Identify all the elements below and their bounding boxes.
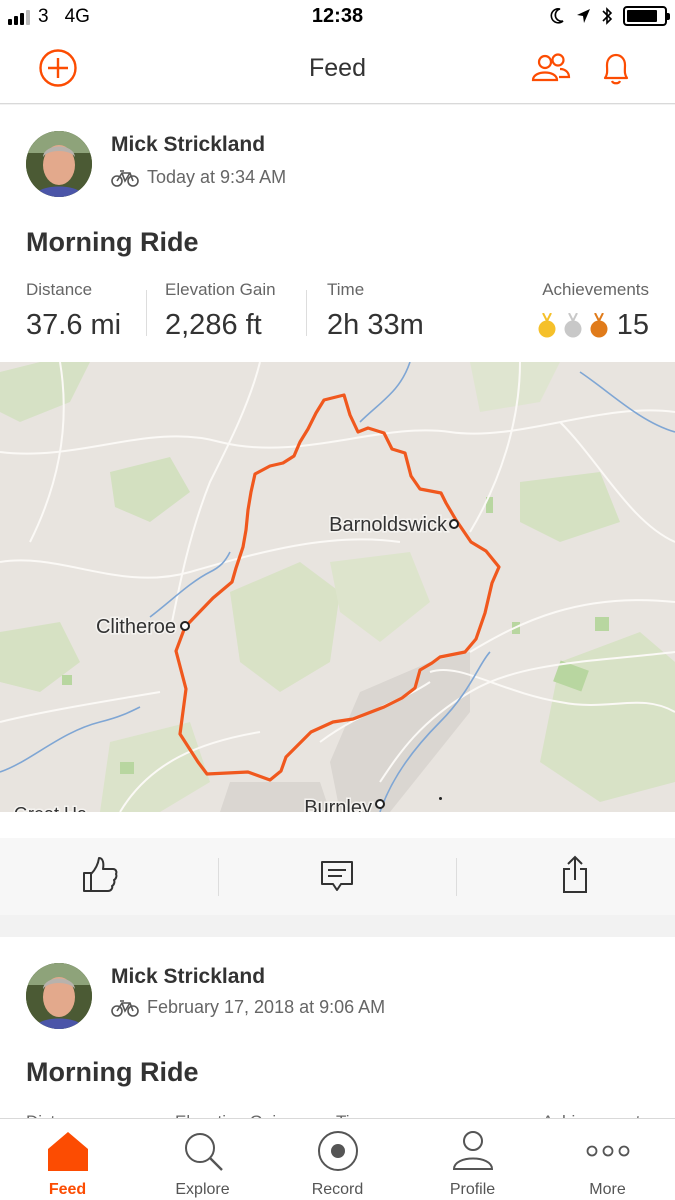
stat-label: Elevation Gain: [165, 280, 276, 299]
activity-title[interactable]: Morning Ride: [26, 1057, 198, 1088]
page-title: Feed: [309, 54, 366, 82]
action-divider: [456, 858, 457, 896]
action-divider: [218, 858, 219, 896]
avatar[interactable]: [26, 131, 92, 197]
home-icon: [47, 1132, 88, 1171]
stat-elevation: Elevation Gain 2,286 ft: [165, 280, 276, 342]
activity-timestamp: Today at 9:34 AM: [147, 167, 287, 187]
thumbs-up-icon[interactable]: [82, 856, 118, 894]
status-right: [549, 6, 670, 26]
bike-icon: [111, 999, 139, 1017]
stat-value: 2,286 ft: [165, 309, 262, 341]
tab-label: Feed: [48, 1181, 87, 1198]
stat-label: Time: [327, 280, 365, 299]
activity-card[interactable]: Mick Strickland February 17, 2018 at 9:0…: [0, 937, 675, 1137]
tab-explore[interactable]: Explore: [135, 1119, 270, 1200]
activity-stats: Distance 37.6 mi Elevation Gain 2,286 ft…: [0, 280, 675, 350]
tab-label: Explore: [175, 1181, 230, 1198]
tab-record[interactable]: Record: [270, 1119, 405, 1200]
activity-title[interactable]: Morning Ride: [26, 227, 198, 258]
stat-divider: [306, 290, 307, 336]
map-town-label: Barnoldswick: [329, 514, 448, 536]
search-icon: [184, 1133, 223, 1171]
notifications-bell-icon[interactable]: [599, 50, 633, 88]
stat-label: Achievements: [542, 280, 649, 299]
activity-meta: February 17, 2018 at 9:06 AM: [111, 997, 385, 1018]
activity-timestamp: February 17, 2018 at 9:06 AM: [147, 997, 386, 1017]
activity-actions: [0, 838, 675, 915]
map-canvas: Barnoldswick Clitheroe Burnley Great Ha: [0, 362, 675, 812]
comment-icon[interactable]: [320, 860, 354, 894]
person-icon: [452, 1131, 493, 1170]
map-green-area: [595, 617, 609, 631]
bronze-medal-icon: [590, 312, 608, 337]
tab-feed[interactable]: Feed: [0, 1119, 135, 1200]
stat-time: Time 2h 33m: [327, 280, 424, 342]
stat-value: 37.6 mi: [26, 309, 122, 341]
stat-distance: Distance 37.6 mi: [26, 280, 121, 342]
location-arrow-icon: [577, 9, 590, 23]
tab-label: Record: [311, 1181, 364, 1198]
stat-value: 2h 33m: [327, 309, 424, 341]
map-green-area: [62, 675, 72, 685]
tab-label: More: [589, 1181, 626, 1198]
map-town-label: Great Ha: [14, 804, 88, 812]
map-town-label: Burnley: [304, 797, 372, 812]
athlete-name[interactable]: Mick Strickland: [111, 965, 265, 989]
bike-icon: [111, 169, 139, 187]
stat-divider: [146, 290, 147, 336]
activity-meta: Today at 9:34 AM: [111, 167, 286, 188]
route-map[interactable]: Barnoldswick Clitheroe Burnley Great Ha: [0, 362, 675, 812]
silver-medal-icon: [564, 312, 582, 337]
achievements-count: 15: [616, 309, 649, 341]
map-green-area: [120, 762, 134, 774]
town-marker: [449, 519, 459, 529]
stat-label: Distance: [26, 280, 93, 299]
bluetooth-icon: [602, 7, 613, 25]
more-icon: [586, 1145, 629, 1157]
map-town-label: Clitheroe: [96, 616, 176, 638]
gold-medal-icon: [538, 312, 556, 337]
town-marker: [375, 799, 385, 809]
tab-more[interactable]: More: [540, 1119, 675, 1200]
tab-profile[interactable]: Profile: [405, 1119, 540, 1200]
stat-achievements: Achievements 15: [537, 280, 649, 342]
app-header: Feed: [0, 34, 675, 104]
record-icon: [317, 1131, 358, 1171]
find-friends-icon[interactable]: [531, 52, 571, 86]
decorative-dot: [439, 797, 442, 800]
tab-label: Profile: [449, 1181, 496, 1198]
activity-card[interactable]: Mick Strickland Today at 9:34 AM Morning…: [0, 105, 675, 915]
avatar[interactable]: [26, 963, 92, 1029]
moon-icon: [550, 8, 564, 24]
tab-bar: Feed Explore Record Profile More: [0, 1118, 675, 1200]
status-bar: 3 4G 12:38: [0, 0, 675, 34]
town-marker: [180, 621, 190, 631]
battery-icon: [623, 6, 670, 26]
share-icon[interactable]: [561, 854, 589, 894]
athlete-name[interactable]: Mick Strickland: [111, 133, 265, 157]
